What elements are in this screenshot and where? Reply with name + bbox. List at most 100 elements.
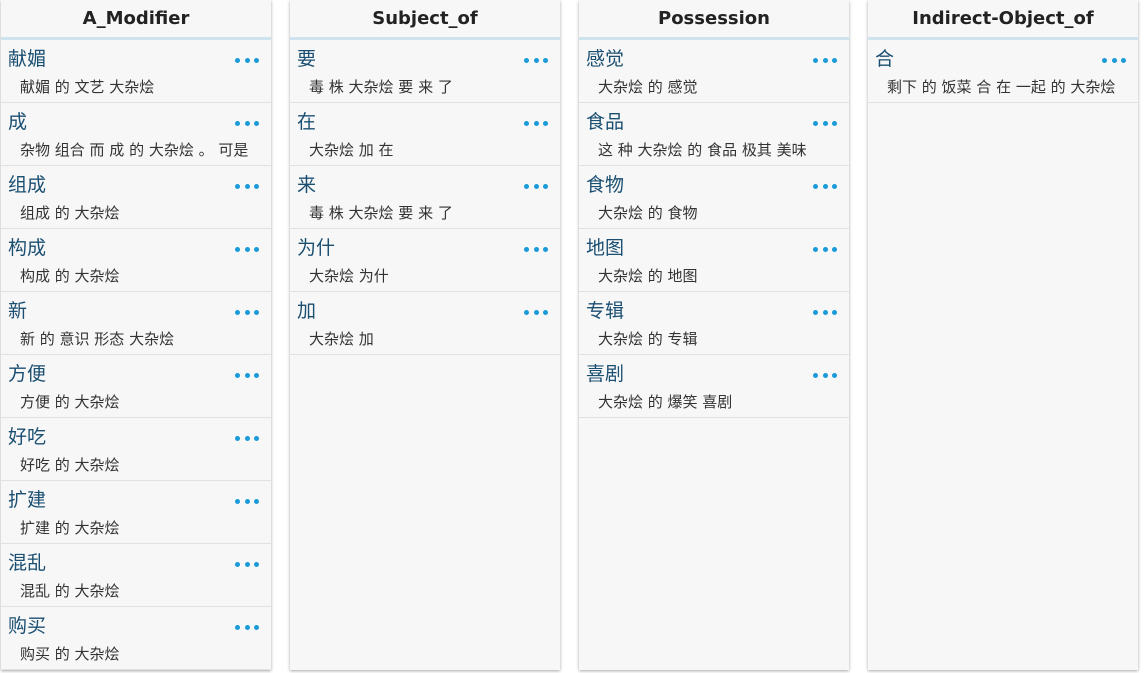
example-phrase: 新 的 意识 形态 大杂烩 (20, 330, 175, 348)
collocate-word[interactable]: 方便 (8, 362, 46, 386)
word-sketch-board: A_Modifier 献媚 献媚 的 文艺 大杂烩成杂物 组合 而 成 的 大杂烩 … (0, 0, 1144, 673)
example-phrase: 好吃 的 大杂烩 (20, 456, 120, 474)
collocation-row[interactable]: 好吃好吃 的 大杂烩 (1, 418, 271, 481)
dot (822, 309, 828, 315)
more-options-icon[interactable] (235, 430, 259, 446)
dot (254, 435, 259, 441)
collocate-word[interactable]: 食物 (586, 173, 624, 197)
dot (254, 309, 259, 315)
example-phrase: 毒 株 大杂烩 要 来 了 (309, 78, 453, 96)
more-options-icon[interactable] (813, 52, 837, 68)
collocate-word[interactable]: 混乱 (8, 551, 46, 575)
collocate-word[interactable]: 专辑 (586, 299, 624, 323)
dot (813, 57, 818, 63)
collocation-row[interactable]: 在大杂烩 加 在 (290, 103, 560, 166)
more-options-icon[interactable] (524, 52, 548, 68)
dot (822, 57, 828, 63)
collocation-row[interactable]: 新新 的 意识 形态 大杂烩 (1, 292, 271, 355)
collocate-word[interactable]: 新 (8, 299, 27, 323)
collocation-row[interactable]: 方便 方便 的 大杂烩 (1, 355, 271, 418)
column-title: A_Modifier (1, 0, 271, 40)
more-options-icon[interactable] (235, 556, 259, 572)
more-options-icon[interactable] (235, 178, 259, 194)
more-options-icon[interactable] (524, 304, 548, 320)
collocate-word[interactable]: 来 (297, 173, 316, 197)
dot (244, 624, 250, 630)
dot (235, 372, 240, 378)
more-options-icon[interactable] (1102, 52, 1126, 68)
collocate-word[interactable]: 合 (875, 47, 894, 71)
more-options-icon[interactable] (813, 241, 837, 257)
collocate-word[interactable]: 献媚 (8, 47, 46, 71)
dot (244, 57, 250, 63)
more-options-icon[interactable] (524, 115, 548, 131)
dot (533, 120, 539, 126)
collocation-row[interactable]: 购买购买 的 大杂烩 (1, 607, 271, 670)
example-phrase: 组成 的 大杂烩 (20, 204, 120, 222)
collocate-word[interactable]: 地图 (586, 236, 624, 260)
more-options-icon[interactable] (235, 619, 259, 635)
collocation-row[interactable]: 食物 大杂烩 的 食物 (579, 166, 849, 229)
collocation-row[interactable]: 组成组成 的 大杂烩 (1, 166, 271, 229)
collocation-row[interactable]: 混乱 混乱 的 大杂烩 (1, 544, 271, 607)
more-options-icon[interactable] (524, 178, 548, 194)
dot (254, 561, 259, 567)
example-phrase: 扩建 的 大杂烩 (20, 519, 120, 537)
collocation-row[interactable]: 献媚 献媚 的 文艺 大杂烩 (1, 40, 271, 103)
more-options-icon[interactable] (813, 115, 837, 131)
dot (235, 498, 240, 504)
collocation-row[interactable]: 食品这 种 大杂烩 的 食品 极其 美味 (579, 103, 849, 166)
collocate-word[interactable]: 购买 (8, 614, 46, 638)
collocation-row[interactable]: 来毒 株 大杂烩 要 来 了 (290, 166, 560, 229)
dot (822, 372, 828, 378)
collocation-row[interactable]: 专辑 大杂烩 的 专辑 (579, 292, 849, 355)
collocate-word[interactable]: 食品 (586, 110, 624, 134)
collocate-word[interactable]: 组成 (8, 173, 46, 197)
dot (832, 372, 837, 378)
collocate-word[interactable]: 要 (297, 47, 316, 71)
more-options-icon[interactable] (235, 115, 259, 131)
collocation-row[interactable]: 为什 大杂烩 为什 (290, 229, 560, 292)
collocation-row[interactable]: 要毒 株 大杂烩 要 来 了 (290, 40, 560, 103)
dot (813, 120, 818, 126)
more-options-icon[interactable] (235, 493, 259, 509)
collocation-row[interactable]: 合剩下 的 饭菜 合 在 一起 的 大杂烩 (868, 40, 1138, 103)
collocate-word[interactable]: 加 (297, 299, 316, 323)
example-phrase: 大杂烩 加 在 (309, 141, 394, 159)
collocate-word[interactable]: 感觉 (586, 47, 624, 71)
collocation-row[interactable]: 喜剧 大杂烩 的 爆笑 喜剧 (579, 355, 849, 418)
collocate-word[interactable]: 在 (297, 110, 316, 134)
collocate-word[interactable]: 好吃 (8, 425, 46, 449)
collocation-row[interactable]: 成杂物 组合 而 成 的 大杂烩 。 可是 (1, 103, 271, 166)
dot (254, 498, 259, 504)
more-options-icon[interactable] (813, 178, 837, 194)
collocation-row[interactable]: 地图 大杂烩 的 地图 (579, 229, 849, 292)
dot (235, 120, 240, 126)
more-options-icon[interactable] (235, 52, 259, 68)
collocate-word[interactable]: 扩建 (8, 488, 46, 512)
more-options-icon[interactable] (235, 367, 259, 383)
collocation-row[interactable]: 构成构成 的 大杂烩 (1, 229, 271, 292)
collocation-row[interactable]: 加大杂烩 加 (290, 292, 560, 355)
example-phrase: 购买 的 大杂烩 (20, 645, 120, 663)
dot (543, 183, 548, 189)
more-options-icon[interactable] (524, 241, 548, 257)
example-phrase: 毒 株 大杂烩 要 来 了 (309, 204, 453, 222)
dot (244, 561, 250, 567)
collocate-word[interactable]: 喜剧 (586, 362, 624, 386)
example-phrase: 杂物 组合 而 成 的 大杂烩 。 可是 (20, 141, 249, 159)
dot (244, 120, 250, 126)
collocate-word[interactable]: 构成 (8, 236, 46, 260)
collocation-row[interactable]: 感觉 大杂烩 的 感觉 (579, 40, 849, 103)
collocate-word[interactable]: 为什 (297, 236, 335, 260)
more-options-icon[interactable] (813, 367, 837, 383)
dot (832, 183, 837, 189)
example-phrase: 构成 的 大杂烩 (20, 267, 120, 285)
more-options-icon[interactable] (235, 304, 259, 320)
dot (813, 246, 818, 252)
more-options-icon[interactable] (813, 304, 837, 320)
more-options-icon[interactable] (235, 241, 259, 257)
collocate-word[interactable]: 成 (8, 110, 27, 134)
dot (254, 624, 259, 630)
collocation-row[interactable]: 扩建扩建 的 大杂烩 (1, 481, 271, 544)
